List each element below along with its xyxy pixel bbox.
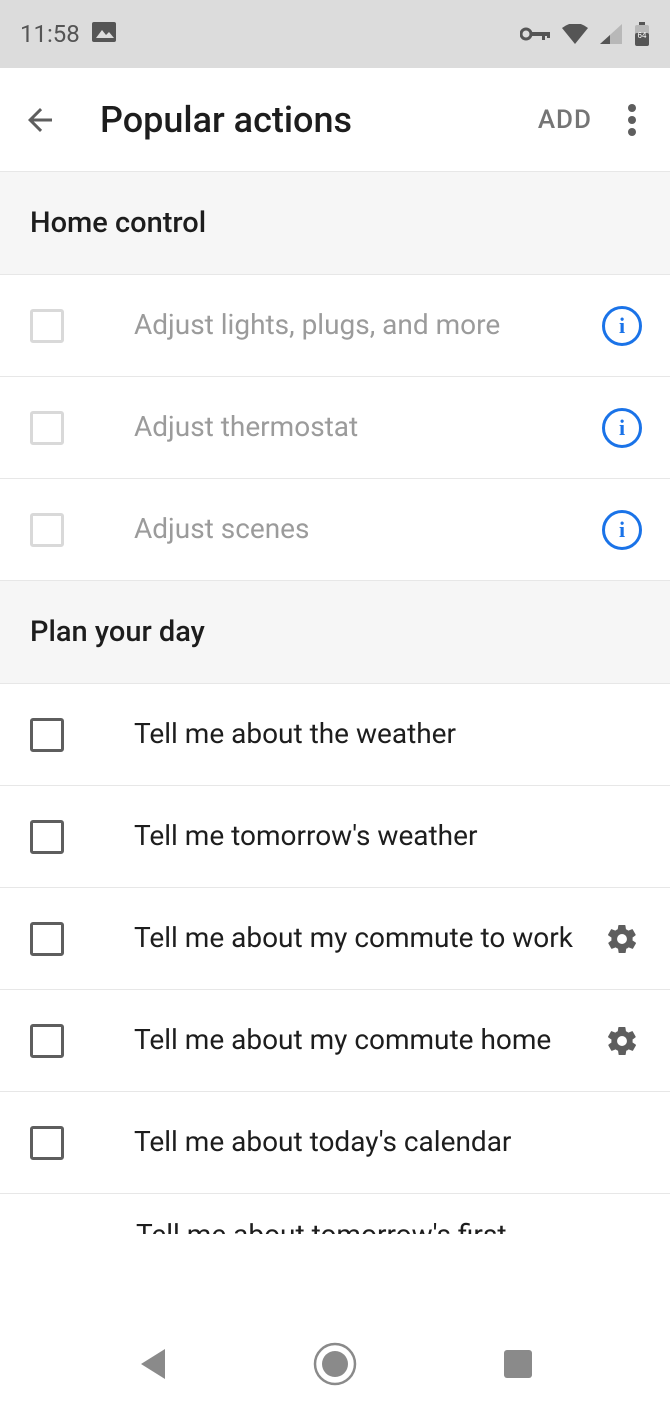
action-label: Adjust lights, plugs, and more [64, 307, 598, 343]
content-scroll[interactable]: Home control Adjust lights, plugs, and m… [0, 172, 670, 1320]
action-label: Adjust scenes [64, 511, 598, 547]
checkbox[interactable] [30, 513, 64, 547]
more-vert-icon [628, 104, 636, 136]
info-icon [602, 408, 642, 448]
checkbox[interactable] [30, 922, 64, 956]
info-button[interactable] [598, 408, 646, 448]
nav-home-button[interactable] [295, 1342, 375, 1386]
checkbox[interactable] [30, 718, 64, 752]
settings-button[interactable] [598, 1024, 646, 1058]
action-row-weather[interactable]: Tell me about the weather [0, 684, 670, 786]
checkbox[interactable] [30, 309, 64, 343]
action-row-commute-work[interactable]: Tell me about my commute to work [0, 888, 670, 990]
action-label: Tell me tomorrow's weather [64, 818, 598, 854]
action-label: Tell me about my commute home [64, 1022, 598, 1058]
action-label: Tell me about my commute to work [64, 920, 598, 956]
action-row-adjust-lights[interactable]: Adjust lights, plugs, and more [0, 275, 670, 377]
checkbox[interactable] [30, 1126, 64, 1160]
action-row-tomorrow-weather[interactable]: Tell me tomorrow's weather [0, 786, 670, 888]
gear-icon [605, 922, 639, 956]
cell-signal-icon [600, 24, 622, 44]
action-label: Tell me about the weather [64, 716, 598, 752]
add-button[interactable]: ADD [518, 105, 612, 135]
page-title: Popular actions [70, 99, 518, 141]
section-header-home-control: Home control [0, 172, 670, 275]
action-row-tomorrow-first[interactable]: Tell me about tomorrow's first [0, 1194, 670, 1234]
svg-text:64: 64 [638, 31, 647, 40]
checkbox[interactable] [30, 411, 64, 445]
photos-icon [92, 20, 116, 48]
action-row-commute-home[interactable]: Tell me about my commute home [0, 990, 670, 1092]
section-header-plan-your-day: Plan your day [0, 581, 670, 684]
info-button[interactable] [598, 306, 646, 346]
battery-icon: 64 [634, 22, 650, 46]
info-icon [602, 306, 642, 346]
checkbox[interactable] [30, 820, 64, 854]
app-bar: Popular actions ADD [0, 68, 670, 172]
vpn-key-icon [520, 26, 550, 42]
info-button[interactable] [598, 510, 646, 550]
triangle-back-icon [137, 1347, 167, 1381]
action-label: Adjust thermostat [64, 409, 598, 445]
action-row-today-calendar[interactable]: Tell me about today's calendar [0, 1092, 670, 1194]
status-bar: 11:58 64 [0, 0, 670, 68]
checkbox[interactable] [30, 1024, 64, 1058]
action-row-adjust-scenes[interactable]: Adjust scenes [0, 479, 670, 581]
gear-icon [605, 1024, 639, 1058]
action-label: Tell me about tomorrow's first [136, 1218, 506, 1234]
action-row-adjust-thermostat[interactable]: Adjust thermostat [0, 377, 670, 479]
wifi-icon [562, 24, 588, 44]
square-recents-icon [504, 1350, 532, 1378]
action-label: Tell me about today's calendar [64, 1124, 598, 1160]
info-icon [602, 510, 642, 550]
overflow-menu-button[interactable] [612, 104, 652, 136]
status-time: 11:58 [20, 20, 80, 48]
system-nav-bar [0, 1320, 670, 1408]
settings-button[interactable] [598, 922, 646, 956]
nav-back-button[interactable] [112, 1347, 192, 1381]
circle-home-icon [313, 1342, 357, 1386]
nav-recents-button[interactable] [478, 1350, 558, 1378]
arrow-back-icon [22, 102, 58, 138]
back-button[interactable] [10, 102, 70, 138]
